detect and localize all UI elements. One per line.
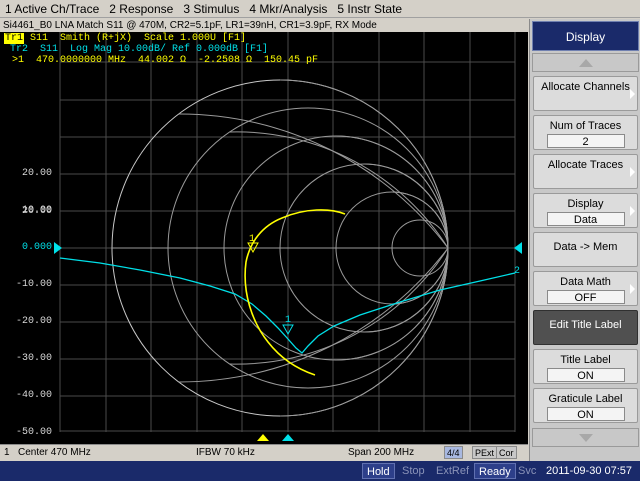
cor-indicator: Cor — [496, 446, 517, 459]
measurement-display[interactable]: Tr1 S11 Smith (R+jX) Scale 1.000U [F1] T… — [0, 32, 528, 444]
status-datetime: 2011-09-30 07:57 — [546, 465, 633, 477]
stimulus-marker-yellow — [257, 434, 269, 441]
points-indicator: 4/4 — [444, 446, 463, 459]
submenu-arrow-icon — [630, 167, 635, 177]
menu-bar: 1 Active Ch/Trace 2 Response 3 Stimulus … — [0, 0, 640, 18]
status-hold: Hold — [362, 463, 395, 479]
y-label-0db: 0.000 — [21, 242, 52, 253]
display-value: Data — [546, 212, 625, 226]
system-status-bar: Hold Stop ExtRef Ready Svc 2011-09-30 07… — [0, 461, 640, 481]
center-frequency[interactable]: Center 470 MHz — [18, 445, 91, 460]
trace2-info[interactable]: Tr2 S11 Log Mag 10.00dB/ Ref 0.000dB [F1… — [10, 44, 268, 55]
trace1-badge: Tr1 — [4, 33, 25, 44]
y-label-10db: 10.00 — [21, 205, 52, 216]
menu-active-ch-trace[interactable]: 1 Active Ch/Trace — [0, 0, 104, 18]
graticule-label-button[interactable]: Graticule Label ON — [533, 388, 638, 423]
trace1-smith — [244, 209, 346, 376]
softkey-scroll-down[interactable] — [532, 428, 639, 447]
chart-graphics — [54, 32, 522, 441]
pext-indicator: PExt — [472, 446, 498, 459]
data-math-button[interactable]: Data Math OFF — [533, 271, 638, 306]
y-label-minus20db: -20.00 — [15, 316, 52, 327]
status-stop: Stop — [402, 465, 425, 477]
title-label-value: ON — [546, 368, 625, 382]
menu-stimulus[interactable]: 3 Stimulus — [178, 0, 244, 18]
edit-title-label-button[interactable]: Edit Title Label — [533, 310, 638, 345]
data-math-value: OFF — [546, 290, 625, 304]
graticule-label-value: ON — [546, 407, 625, 421]
submenu-arrow-icon — [630, 284, 635, 294]
num-traces-label: Num of Traces — [549, 120, 622, 132]
trace2-end-label: 2 — [514, 266, 521, 277]
y-label-minus40db: -40.00 — [15, 390, 52, 401]
submenu-arrow-icon — [630, 206, 635, 216]
chevron-down-icon — [578, 433, 593, 442]
channel-title: Si4461_B0 LNA Match S11 @ 470M, CR2=5.1p… — [0, 19, 528, 32]
trace2-marker-number: 1 — [285, 315, 292, 326]
softkey-scroll-up[interactable] — [532, 53, 639, 72]
marker-readout: >1 470.0000000 MHz 44.002 Ω -2.2508 Ω 15… — [12, 55, 319, 66]
channel-number: 1 — [4, 447, 10, 458]
allocate-traces-button[interactable]: Allocate Traces — [533, 154, 638, 189]
graticule-label-label: Graticule Label — [548, 393, 623, 405]
allocate-channels-button[interactable]: Allocate Channels — [533, 76, 638, 111]
ifbw[interactable]: IFBW 70 kHz — [196, 445, 255, 460]
trace1-info[interactable]: Tr1 S11 Smith (R+jX) Scale 1.000U [F1] — [4, 33, 246, 44]
title-label-button[interactable]: Title Label ON — [533, 349, 638, 384]
y-label-minus30db: -30.00 — [15, 353, 52, 364]
num-traces-value: 2 — [546, 134, 625, 148]
display-data-button[interactable]: Display Data — [533, 193, 638, 228]
data-math-label: Data Math — [560, 276, 611, 288]
stimulus-marker-cyan — [282, 434, 294, 441]
trace1-settings: S11 Smith (R+jX) Scale 1.000U [F1] — [24, 33, 247, 44]
title-label-label: Title Label — [560, 354, 611, 366]
softkey-panel: Display Allocate Channels Num of Traces … — [529, 19, 640, 461]
span-frequency[interactable]: Span 200 MHz — [348, 445, 414, 460]
chevron-up-icon — [578, 58, 593, 67]
menu-response[interactable]: 2 Response — [104, 0, 178, 18]
data-to-mem-button[interactable]: Data -> Mem — [533, 232, 638, 267]
trace1-marker-number: 1 — [249, 234, 256, 245]
menu-mkr-analysis[interactable]: 4 Mkr/Analysis — [244, 0, 332, 18]
display-label: Display — [567, 198, 604, 210]
y-label-minus10db: -10.00 — [15, 279, 52, 290]
reference-marker-left — [54, 242, 62, 254]
status-ready: Ready — [474, 463, 516, 479]
smith-grid — [111, 79, 449, 417]
menu-instr-state[interactable]: 5 Instr State — [332, 0, 407, 18]
y-label-20db: 20.00 — [21, 168, 52, 179]
num-traces-button[interactable]: Num of Traces 2 — [533, 115, 638, 150]
submenu-arrow-icon — [630, 89, 635, 99]
status-extref: ExtRef — [436, 465, 470, 477]
channel-status-bar: 1 Center 470 MHz IFBW 70 kHz Span 200 MH… — [0, 444, 528, 460]
allocate-traces-label: Allocate Traces — [547, 159, 624, 171]
allocate-channels-label: Allocate Channels — [541, 81, 630, 93]
softkey-menu-title: Display — [532, 21, 639, 51]
y-label-minus50db: -50.00 — [15, 427, 52, 438]
status-svc: Svc — [518, 465, 537, 477]
